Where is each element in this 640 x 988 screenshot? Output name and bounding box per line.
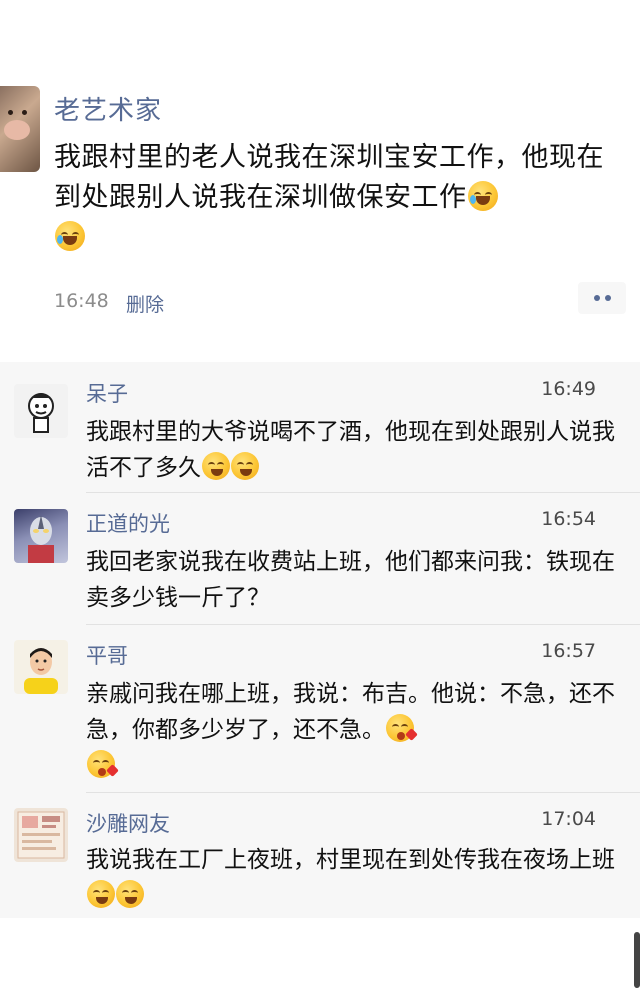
comment-body: 我说我在工厂上夜班，村里现在到处传我在夜场上班 [86,842,616,914]
grimace-emoji-icon [202,452,230,480]
post-author-name[interactable]: 老艺术家 [54,90,162,127]
grimace-emoji-icon [116,880,144,908]
comment-text: 亲戚问我在哪上班，我说：布吉。他说：不急，还不急，你都多少岁了，还不急。 [86,681,615,743]
commenter-name[interactable]: 沙雕网友 [86,808,170,838]
comment-time: 16:49 [541,378,596,400]
blow-kiss-emoji-icon [87,750,119,778]
commenter-avatar[interactable] [14,509,68,563]
cartoon-avatar-icon [28,393,54,433]
comment-item: 平哥 16:57 亲戚问我在哪上班，我说：布吉。他说：不急，还不急，你都多少岁了… [0,624,640,792]
blow-kiss-emoji-icon [386,714,418,742]
comment-item: 呆子 16:49 我跟村里的大爷说喝不了酒，他现在到处跟别人说我活不了多久 [0,362,640,484]
commenter-name[interactable]: 平哥 [86,640,128,670]
commenter-name[interactable]: 呆子 [86,378,128,408]
commenter-avatar[interactable] [14,384,68,438]
grimace-emoji-icon [231,452,259,480]
commenter-avatar[interactable] [14,640,68,694]
author-avatar[interactable] [0,86,40,172]
comment-time: 16:57 [541,640,596,662]
comment-item: 沙雕网友 17:04 我说我在工厂上夜班，村里现在到处传我在夜场上班 [0,792,640,918]
comment-body: 我跟村里的大爷说喝不了酒，他现在到处跟别人说我活不了多久 [86,414,616,486]
poster-avatar-icon [17,811,65,859]
post-timestamp: 16:48 [54,290,109,312]
comment-time: 16:54 [541,508,596,530]
delete-link[interactable]: 删除 [126,290,164,317]
person-avatar-icon [24,648,58,694]
laughing-crying-emoji-icon [55,221,85,251]
commenter-name[interactable]: 正道的光 [86,508,170,538]
comment-item: 正道的光 16:54 我回老家说我在收费站上班，他们都来问我：铁现在卖多少钱一斤… [0,492,640,624]
hero-avatar-icon [28,515,54,563]
comment-text: 我跟村里的大爷说喝不了酒，他现在到处跟别人说我活不了多久 [86,419,615,481]
comment-body: 亲戚问我在哪上班，我说：布吉。他说：不急，还不急，你都多少岁了，还不急。 [86,676,616,784]
more-dots-icon[interactable] [578,282,626,314]
comment-text: 我回老家说我在收费站上班，他们都来问我：铁现在卖多少钱一斤了？ [86,549,615,611]
comment-time: 17:04 [541,808,596,830]
commenter-avatar[interactable] [14,808,68,862]
post-body: 我跟村里的老人说我在深圳宝安工作，他现在到处跟别人说我在深圳做保安工作 [54,138,624,258]
laughing-crying-emoji-icon [467,181,498,211]
grimace-emoji-icon [87,880,115,908]
comment-text: 我说我在工厂上夜班，村里现在到处传我在夜场上班 [86,847,615,873]
moments-post: 老艺术家 我跟村里的老人说我在深圳宝安工作，他现在到处跟别人说我在深圳做保安工作… [0,0,640,345]
post-text: 我跟村里的老人说我在深圳宝安工作，他现在到处跟别人说我在深圳做保安工作 [54,142,604,213]
comments-panel: 呆子 16:49 我跟村里的大爷说喝不了酒，他现在到处跟别人说我活不了多久 正道… [0,362,640,988]
scrollbar-thumb[interactable] [634,932,640,988]
